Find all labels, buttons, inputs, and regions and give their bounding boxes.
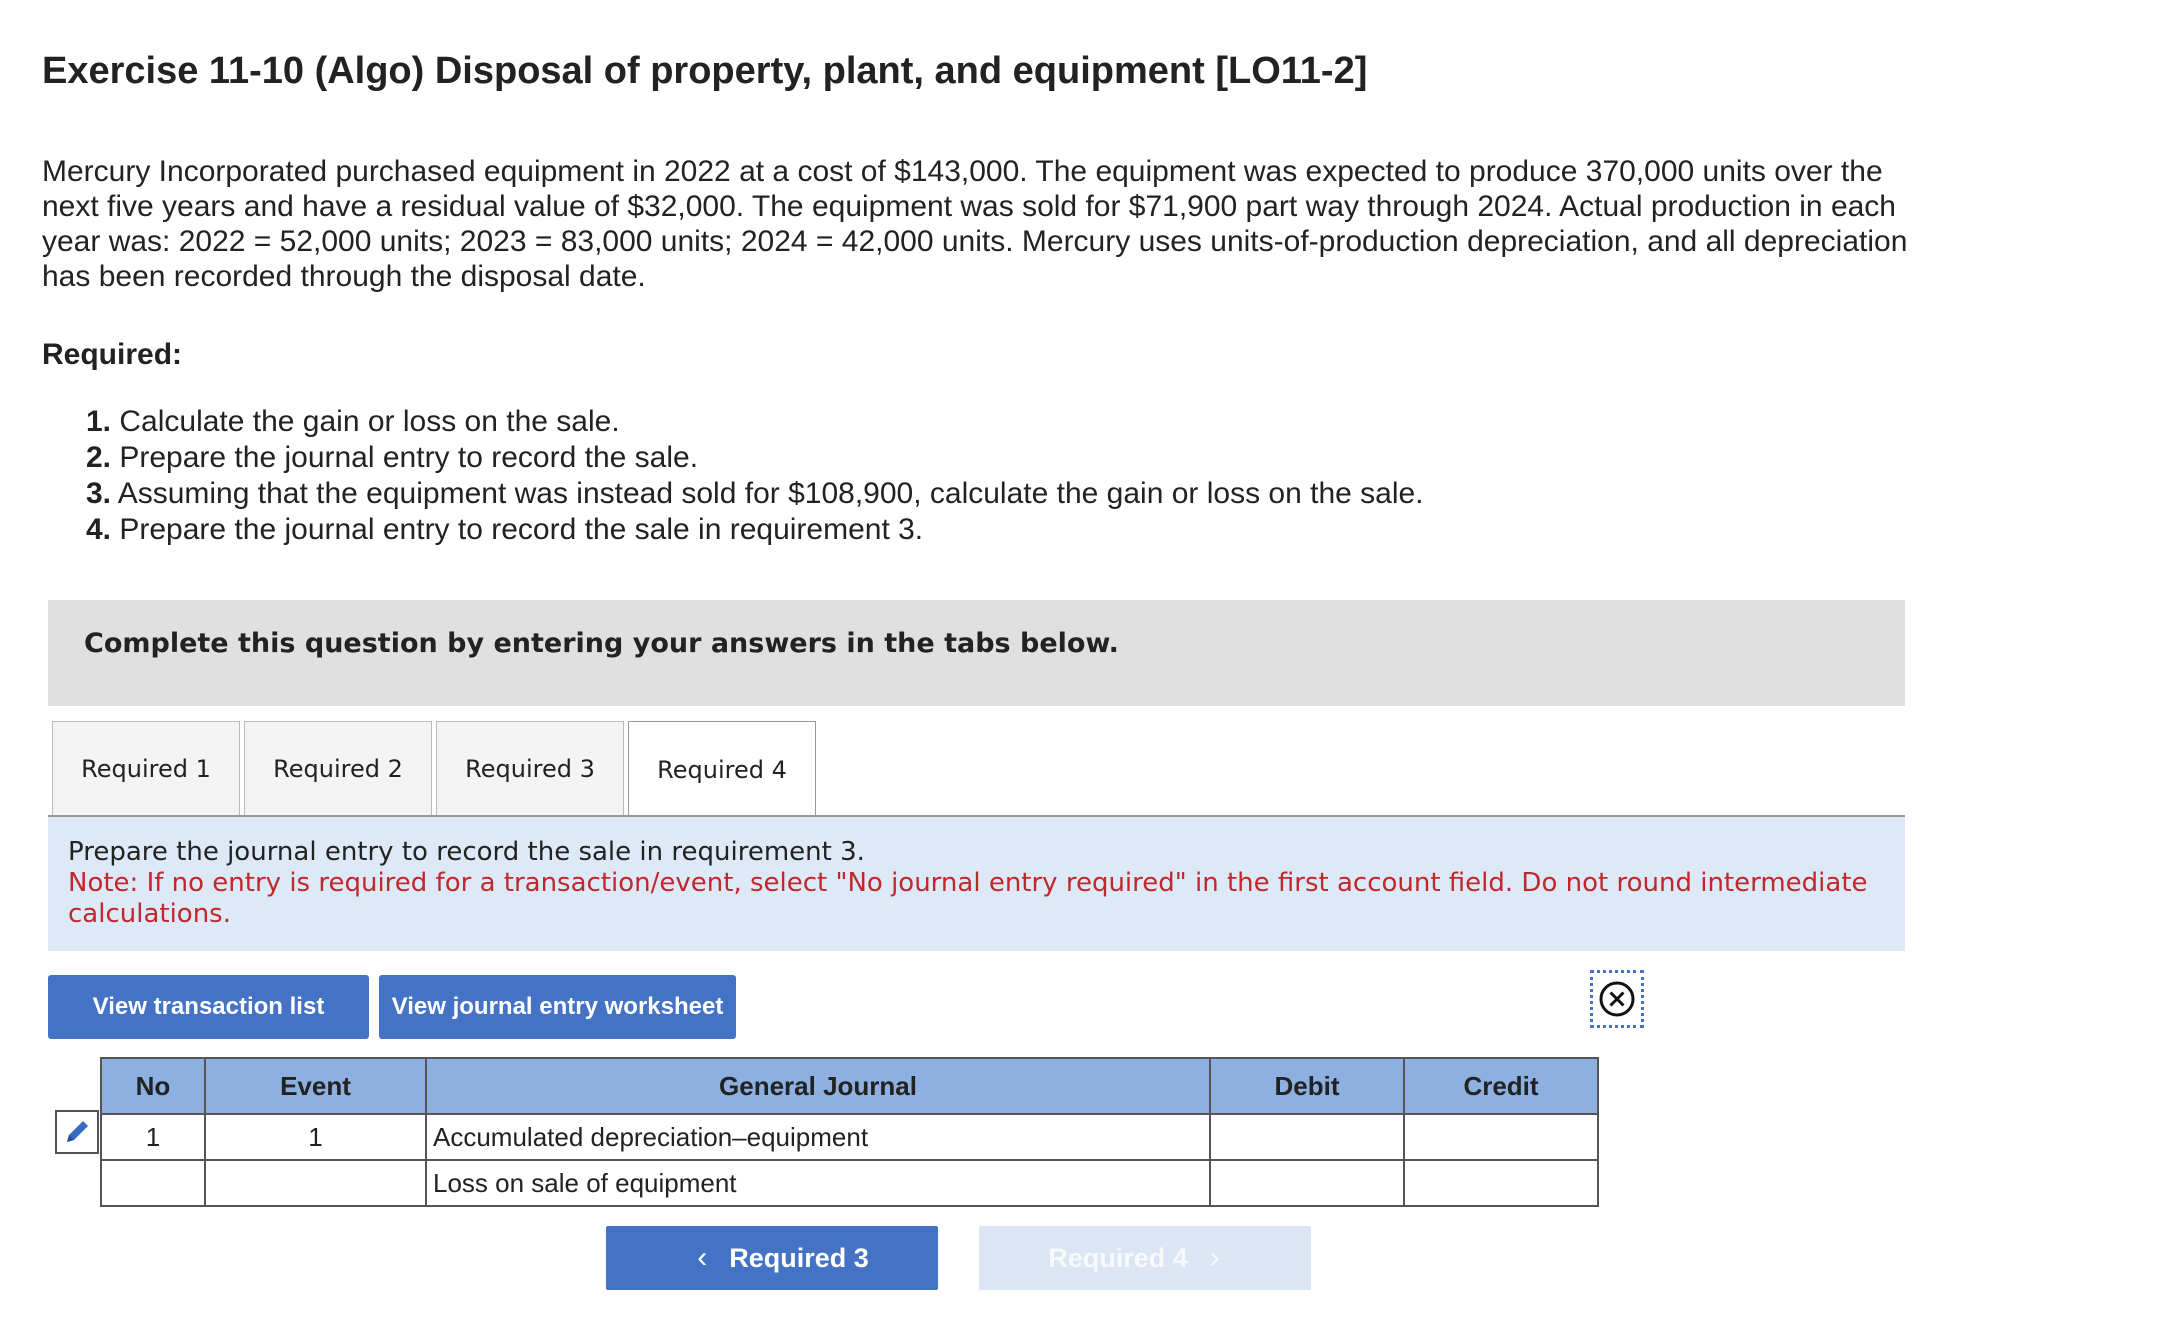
account-field[interactable]: Loss on sale of equipment (425, 1159, 1211, 1207)
requirement-text: Calculate the gain or loss on the sale. (111, 405, 620, 438)
exercise-title: Exercise 11-10 (Algo) Disposal of proper… (42, 50, 1368, 92)
next-button-label: Required 4 (1048, 1242, 1188, 1273)
debit-field[interactable] (1209, 1159, 1405, 1207)
table-header-row: No Event General Journal Debit Credit (100, 1057, 1599, 1115)
tab-required-4[interactable]: Required 4 (628, 721, 816, 817)
complete-question-banner: Complete this question by entering your … (48, 600, 1905, 706)
header-event: Event (204, 1057, 427, 1115)
required-heading: Required: (42, 338, 183, 371)
pencil-icon (67, 1121, 88, 1142)
header-general-journal: General Journal (425, 1057, 1211, 1115)
credit-field[interactable] (1403, 1113, 1599, 1161)
requirement-item: 4. Prepare the journal entry to record t… (86, 512, 1424, 548)
problem-statement: Mercury Incorporated purchased equipment… (42, 155, 1908, 293)
requirement-number: 4. (86, 513, 112, 546)
prev-button-label: Required 3 (729, 1242, 869, 1273)
credit-field[interactable] (1403, 1159, 1599, 1207)
instruction-text: Prepare the journal entry to record the … (68, 837, 865, 867)
close-button[interactable] (1590, 970, 1644, 1028)
header-debit: Debit (1209, 1057, 1405, 1115)
tab-required-3[interactable]: Required 3 (436, 721, 624, 815)
requirements-list: 1. Calculate the gain or loss on the sal… (86, 404, 1424, 548)
requirement-number: 3. (86, 477, 112, 510)
requirement-number: 1. (86, 405, 112, 438)
tab-required-1[interactable]: Required 1 (52, 721, 240, 815)
close-circle-icon (1599, 981, 1635, 1017)
debit-field[interactable] (1209, 1113, 1405, 1161)
edit-entry-button[interactable] (55, 1110, 99, 1154)
requirement-text: Assuming that the equipment was instead … (111, 477, 1424, 510)
requirement-number: 2. (86, 441, 112, 474)
row-no: 1 (100, 1113, 206, 1161)
row-event (204, 1159, 427, 1207)
view-transaction-list-button[interactable]: View transaction list (48, 975, 369, 1039)
instruction-panel: Prepare the journal entry to record the … (48, 817, 1905, 951)
table-row: Loss on sale of equipment (100, 1159, 1599, 1207)
instruction-note: Note: If no entry is required for a tran… (68, 868, 1868, 929)
requirement-item: 1. Calculate the gain or loss on the sal… (86, 404, 1424, 440)
header-credit: Credit (1403, 1057, 1599, 1115)
general-journal-table: No Event General Journal Debit Credit 1 … (100, 1057, 1599, 1207)
prev-required-button[interactable]: ‹ Required 3 (606, 1226, 938, 1290)
table-row: 1 1 Accumulated depreciation–equipment (100, 1113, 1599, 1161)
account-field[interactable]: Accumulated depreciation–equipment (425, 1113, 1211, 1161)
row-no (100, 1159, 206, 1207)
tab-required-2[interactable]: Required 2 (244, 721, 432, 815)
requirement-item: 3. Assuming that the equipment was inste… (86, 476, 1424, 512)
header-no: No (100, 1057, 206, 1115)
chevron-right-icon: › (1209, 1241, 1220, 1274)
chevron-left-icon: ‹ (697, 1241, 708, 1274)
next-required-button: Required 4 › (979, 1226, 1311, 1290)
requirement-tabs: Required 1 Required 2 Required 3 Require… (52, 721, 820, 817)
requirement-text: Prepare the journal entry to record the … (111, 441, 699, 474)
row-event: 1 (204, 1113, 427, 1161)
view-journal-entry-worksheet-button[interactable]: View journal entry worksheet (379, 975, 736, 1039)
requirement-text: Prepare the journal entry to record the … (111, 513, 924, 546)
complete-question-text: Complete this question by entering your … (84, 628, 1119, 659)
requirement-item: 2. Prepare the journal entry to record t… (86, 440, 1424, 476)
